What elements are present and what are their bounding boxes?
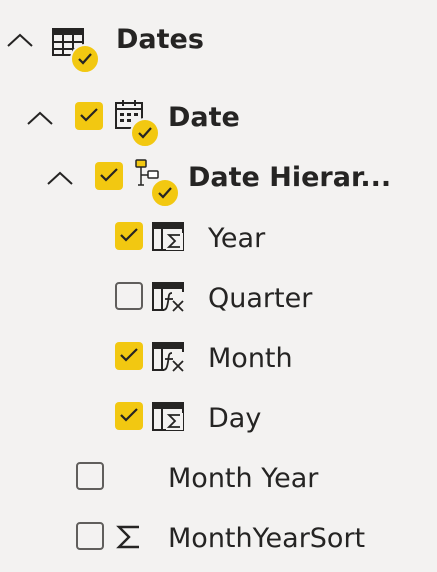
- date-checkbox[interactable]: [75, 102, 103, 130]
- selected-badge-icon: [130, 118, 160, 148]
- calculated-fx-icon: [152, 342, 186, 376]
- collapse-chevron-icon[interactable]: [24, 104, 56, 132]
- tree-item-label: Month Year: [168, 463, 319, 494]
- tree-item-month-year[interactable]: Month Year: [0, 450, 437, 510]
- tree-item-year[interactable]: Year: [0, 210, 437, 270]
- tree-item-label: Date Hierar...: [188, 162, 392, 193]
- tree-item-dates-table[interactable]: Dates: [0, 12, 437, 74]
- tree-item-label: MonthYearSort: [168, 523, 366, 554]
- day-checkbox[interactable]: [115, 402, 143, 430]
- tree-item-quarter[interactable]: Quarter: [0, 270, 437, 330]
- selected-badge-icon: [150, 178, 180, 208]
- quarter-checkbox[interactable]: [115, 282, 143, 310]
- collapse-chevron-icon[interactable]: [44, 164, 76, 192]
- tree-item-label: Month: [208, 343, 293, 374]
- month-year-checkbox[interactable]: [76, 462, 104, 490]
- month-checkbox[interactable]: [115, 342, 143, 370]
- tree-item-month-year-sort[interactable]: MonthYearSort: [0, 508, 437, 568]
- date-hierarchy-checkbox[interactable]: [95, 162, 123, 190]
- tree-item-label: Date: [168, 102, 240, 133]
- tree-item-label: Dates: [116, 24, 204, 55]
- calculated-fx-icon: [152, 282, 186, 316]
- calculated-column-icon: [152, 402, 186, 436]
- tree-item-label: Day: [208, 403, 262, 434]
- tree-item-day[interactable]: Day: [0, 390, 437, 450]
- tree-item-month[interactable]: Month: [0, 330, 437, 390]
- tree-item-label: Year: [208, 223, 266, 254]
- year-checkbox[interactable]: [115, 222, 143, 250]
- tree-item-date-hierarchy[interactable]: Date Hierar...: [0, 150, 437, 210]
- tree-item-label: Quarter: [208, 283, 313, 314]
- tree-item-date-column[interactable]: Date: [0, 90, 437, 150]
- selected-badge-icon: [70, 44, 100, 74]
- month-year-sort-checkbox[interactable]: [76, 522, 104, 550]
- collapse-chevron-icon[interactable]: [4, 26, 36, 54]
- sigma-icon: [116, 524, 142, 554]
- calculated-column-icon: [152, 222, 186, 256]
